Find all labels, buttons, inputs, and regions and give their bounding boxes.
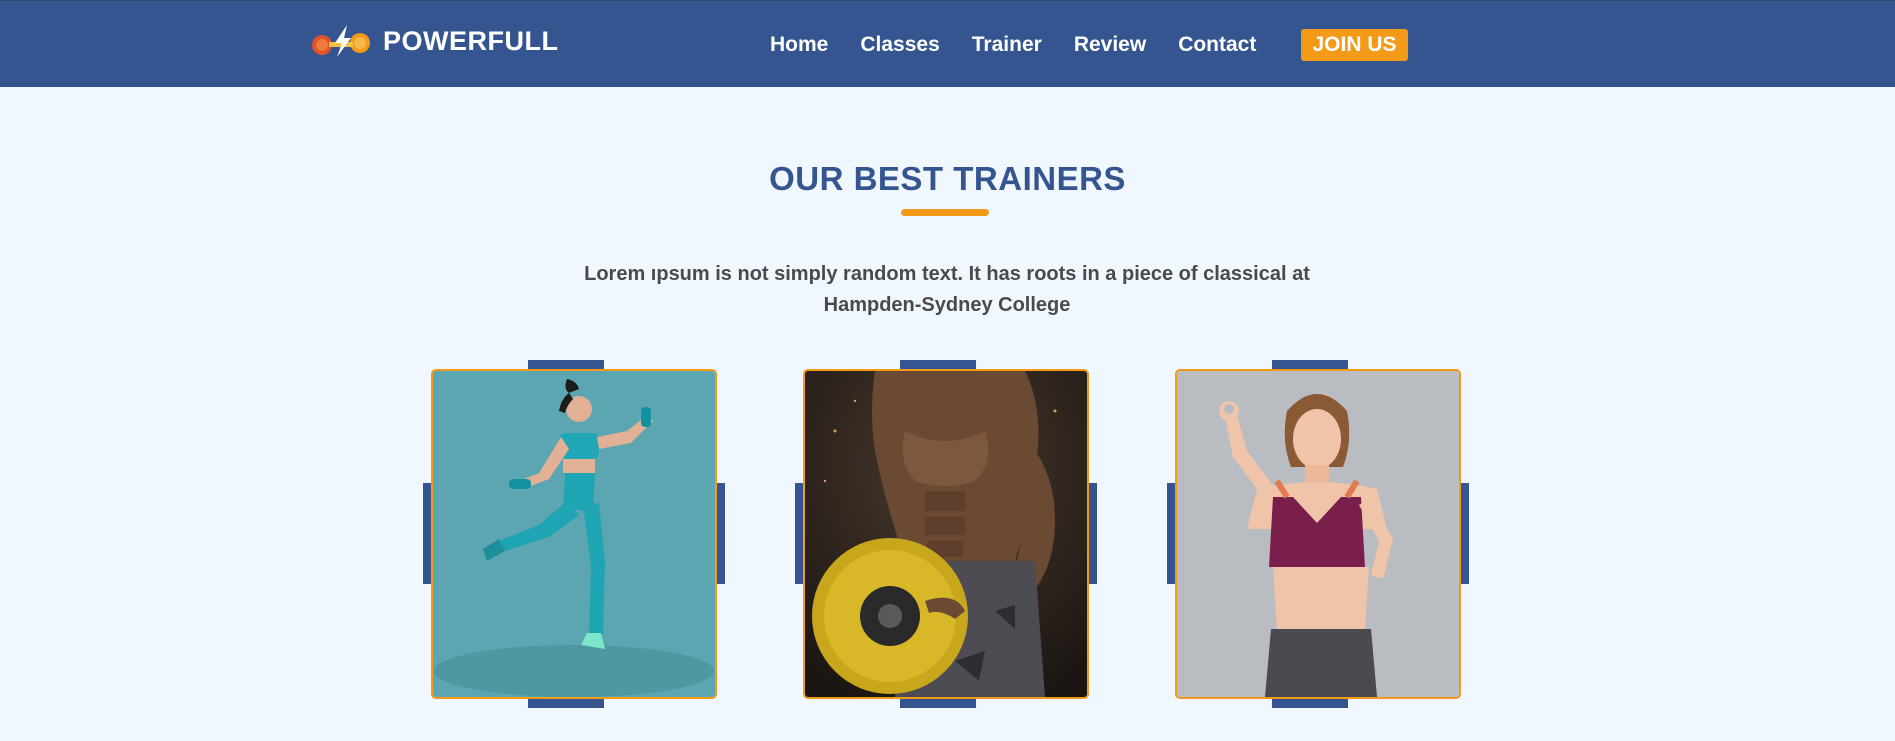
section-title: OUR BEST TRAINERS [769, 160, 1126, 197]
card-accent-bottom [1272, 698, 1348, 708]
trainer-photo-woman-ok-gesture [1175, 369, 1461, 699]
card-accent-right [1088, 483, 1097, 584]
navbar: POWERFULL Home Classes Trainer Review Co… [0, 0, 1895, 87]
card-accent-right [716, 483, 725, 584]
brand-logo[interactable]: POWERFULL [311, 23, 558, 59]
dumbbell-bolt-icon [312, 25, 370, 57]
main-nav: Home Classes Trainer Review Contact [770, 29, 1288, 61]
join-us-button[interactable]: JOIN US [1301, 29, 1408, 61]
card-accent-bottom [900, 698, 976, 708]
nav-review[interactable]: Review [1074, 29, 1146, 61]
trainer-card[interactable] [795, 360, 1097, 708]
trainer-card[interactable] [1167, 360, 1469, 708]
brand-name: POWERFULL [383, 25, 559, 56]
nav-home[interactable]: Home [770, 29, 828, 61]
card-accent-right [1460, 483, 1469, 584]
trainer-photo-woman-dumbbells [431, 369, 717, 699]
nav-contact[interactable]: Contact [1178, 29, 1256, 61]
nav-classes[interactable]: Classes [860, 29, 939, 61]
section-description: Lorem ıpsum is not simply random text. I… [584, 263, 1310, 316]
trainer-card[interactable] [423, 360, 725, 708]
title-underline [901, 209, 989, 216]
trainer-photo-man-weight-plate [803, 369, 1089, 699]
nav-trainer[interactable]: Trainer [972, 29, 1042, 61]
card-accent-bottom [528, 698, 604, 708]
